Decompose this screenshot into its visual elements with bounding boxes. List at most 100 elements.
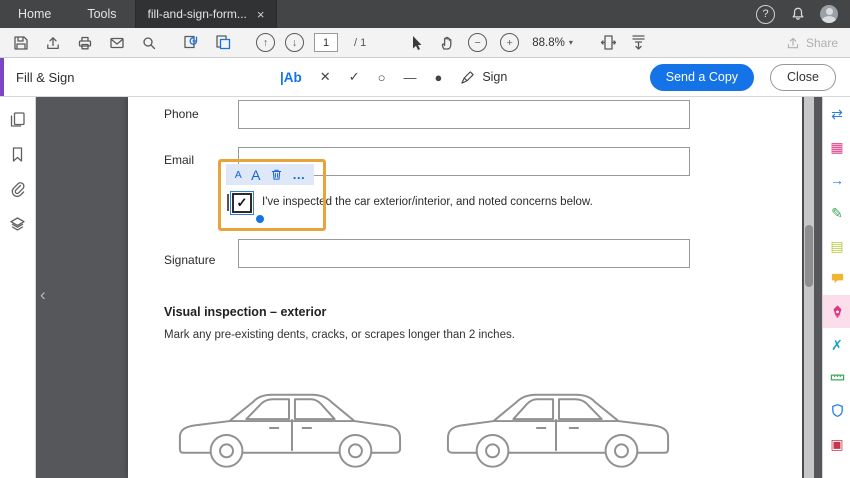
- sign-tool[interactable]: Sign: [460, 70, 507, 85]
- combine-files-icon: ▦: [830, 140, 843, 154]
- zoom-level-value: 88.8%: [532, 37, 565, 49]
- upload-share-icon[interactable]: [44, 34, 61, 51]
- attachments-paperclip-icon[interactable]: [9, 181, 26, 198]
- tool-request-esign[interactable]: ✗: [823, 328, 850, 361]
- page-number-input[interactable]: 1: [314, 33, 338, 52]
- tool-comment[interactable]: [823, 262, 850, 295]
- measure-ruler-icon: [830, 370, 845, 385]
- tool-edit-pdf[interactable]: ✎: [823, 196, 850, 229]
- print-icon[interactable]: [76, 34, 93, 51]
- shield-icon: [830, 403, 845, 418]
- help-icon[interactable]: ?: [756, 5, 775, 24]
- select-tool-icon[interactable]: [408, 34, 425, 51]
- resize-handle-dot[interactable]: [255, 214, 265, 224]
- notifications-bell-icon[interactable]: [789, 6, 806, 23]
- tool-create-pdf[interactable]: ⇄: [823, 97, 850, 130]
- vertical-scrollbar[interactable]: [804, 97, 814, 478]
- fill-sign-actions: Send a Copy Close: [650, 58, 836, 96]
- visual-inspection-heading: Visual inspection – exterior: [164, 305, 326, 319]
- sign-label: Sign: [482, 70, 507, 84]
- add-text-tool[interactable]: |Ab: [280, 70, 302, 85]
- edit-pdf-icon: ✎: [831, 206, 843, 220]
- more-options-icon[interactable]: …: [292, 171, 305, 179]
- font-decrease-button[interactable]: A: [235, 169, 242, 181]
- close-tab-icon[interactable]: ×: [257, 7, 265, 22]
- tool-protect[interactable]: [823, 394, 850, 427]
- share-label: Share: [806, 36, 838, 50]
- tool-combine-files[interactable]: ▦: [823, 130, 850, 163]
- pen-nib-icon: [460, 70, 475, 85]
- quick-toolbar: ↑ ↓ 1 / 1 − + 88.8% ▾: [0, 28, 850, 58]
- next-page-icon[interactable]: ↓: [285, 33, 304, 52]
- phone-label: Phone: [164, 107, 199, 121]
- page-thumbnails-icon[interactable]: [9, 111, 26, 128]
- fit-width-icon[interactable]: [600, 34, 617, 51]
- zoom-out-icon[interactable]: −: [468, 33, 487, 52]
- scrollbar-thumb[interactable]: [805, 225, 813, 287]
- inspection-checkbox[interactable]: ✓: [232, 193, 252, 213]
- organize-pages-icon[interactable]: [183, 34, 200, 51]
- more-tools-icon: ▣: [830, 437, 843, 451]
- acrobat-window: Home Tools fill-and-sign-form... × ?: [0, 0, 850, 478]
- email-icon[interactable]: [108, 34, 125, 51]
- tab-tools-label: Tools: [87, 7, 116, 21]
- comment-bubble-icon: [830, 271, 845, 286]
- save-icon[interactable]: [12, 34, 29, 51]
- tool-fill-and-sign[interactable]: [823, 295, 850, 328]
- cross-tool[interactable]: ✕: [320, 69, 331, 85]
- delete-trash-icon[interactable]: [270, 168, 283, 181]
- tool-export-pdf[interactable]: →: [823, 163, 850, 196]
- page-view-icon[interactable]: [630, 34, 647, 51]
- tab-home-label: Home: [18, 7, 51, 21]
- previous-page-icon[interactable]: ↑: [256, 33, 275, 52]
- top-tab-bar: Home Tools fill-and-sign-form... × ?: [0, 0, 850, 28]
- left-navigation-rail: [0, 97, 36, 478]
- document-viewport: ‹ Phone Email A A … ✓ I've inspected the…: [36, 97, 822, 478]
- hand-tool-icon[interactable]: [438, 34, 455, 51]
- close-button[interactable]: Close: [770, 64, 836, 91]
- checkmark-tool[interactable]: ✓: [349, 69, 360, 85]
- organize-pages-tool-icon: ▤: [830, 239, 843, 253]
- view-tools-group: − + 88.8% ▾: [408, 33, 647, 52]
- pdf-page: Phone Email A A … ✓ I've inspected the c…: [128, 97, 802, 478]
- circle-tool[interactable]: ○: [378, 70, 386, 85]
- phone-field[interactable]: [238, 100, 690, 129]
- convert-icon: ⇄: [831, 107, 843, 121]
- collapse-panel-chevron-icon[interactable]: ‹: [40, 285, 46, 305]
- esign-icon: ✗: [831, 338, 843, 352]
- tabbar-right-icons: ?: [756, 0, 850, 28]
- text-cursor-bar: [227, 194, 229, 211]
- annotation-mini-toolbar: A A …: [226, 164, 314, 185]
- purple-accent-bar: [0, 58, 4, 96]
- right-tools-rail: ⇄ ▦ → ✎ ▤ ✗ ▣: [822, 97, 850, 478]
- share-button[interactable]: Share: [786, 36, 838, 50]
- export-pdf-icon: →: [830, 173, 844, 187]
- document-tab-label: fill-and-sign-form...: [148, 7, 247, 21]
- line-tool[interactable]: —: [403, 70, 416, 85]
- layers-icon[interactable]: [9, 216, 26, 233]
- fill-sign-pen-icon: [830, 304, 845, 319]
- document-tab[interactable]: fill-and-sign-form... ×: [135, 0, 278, 28]
- zoom-level-dropdown[interactable]: 88.8% ▾: [532, 37, 573, 49]
- fill-sign-toolbar: Fill & Sign |Ab ✕ ✓ ○ — ● Sign Send a Co…: [0, 58, 850, 97]
- tool-organize-pages[interactable]: ▤: [823, 229, 850, 262]
- tab-tools[interactable]: Tools: [69, 0, 134, 28]
- font-increase-button[interactable]: A: [251, 167, 260, 183]
- zoom-in-icon[interactable]: +: [500, 33, 519, 52]
- dot-tool[interactable]: ●: [434, 70, 442, 85]
- send-a-copy-button[interactable]: Send a Copy: [650, 64, 754, 91]
- signature-field[interactable]: [238, 239, 690, 268]
- avatar[interactable]: [820, 5, 838, 23]
- bookmarks-icon[interactable]: [9, 146, 26, 163]
- car-diagram-left: [170, 383, 408, 475]
- copy-pages-icon[interactable]: [215, 34, 232, 51]
- visual-inspection-instructions: Mark any pre-existing dents, cracks, or …: [164, 329, 515, 341]
- search-icon[interactable]: [140, 34, 157, 51]
- annotation-tools: |Ab ✕ ✓ ○ — ● Sign: [280, 58, 507, 96]
- tab-home[interactable]: Home: [0, 0, 69, 28]
- page-tools-group: [183, 34, 232, 51]
- tool-more[interactable]: ▣: [823, 427, 850, 460]
- tool-measure[interactable]: [823, 361, 850, 394]
- email-label: Email: [164, 153, 194, 167]
- fill-sign-title: Fill & Sign: [16, 58, 75, 96]
